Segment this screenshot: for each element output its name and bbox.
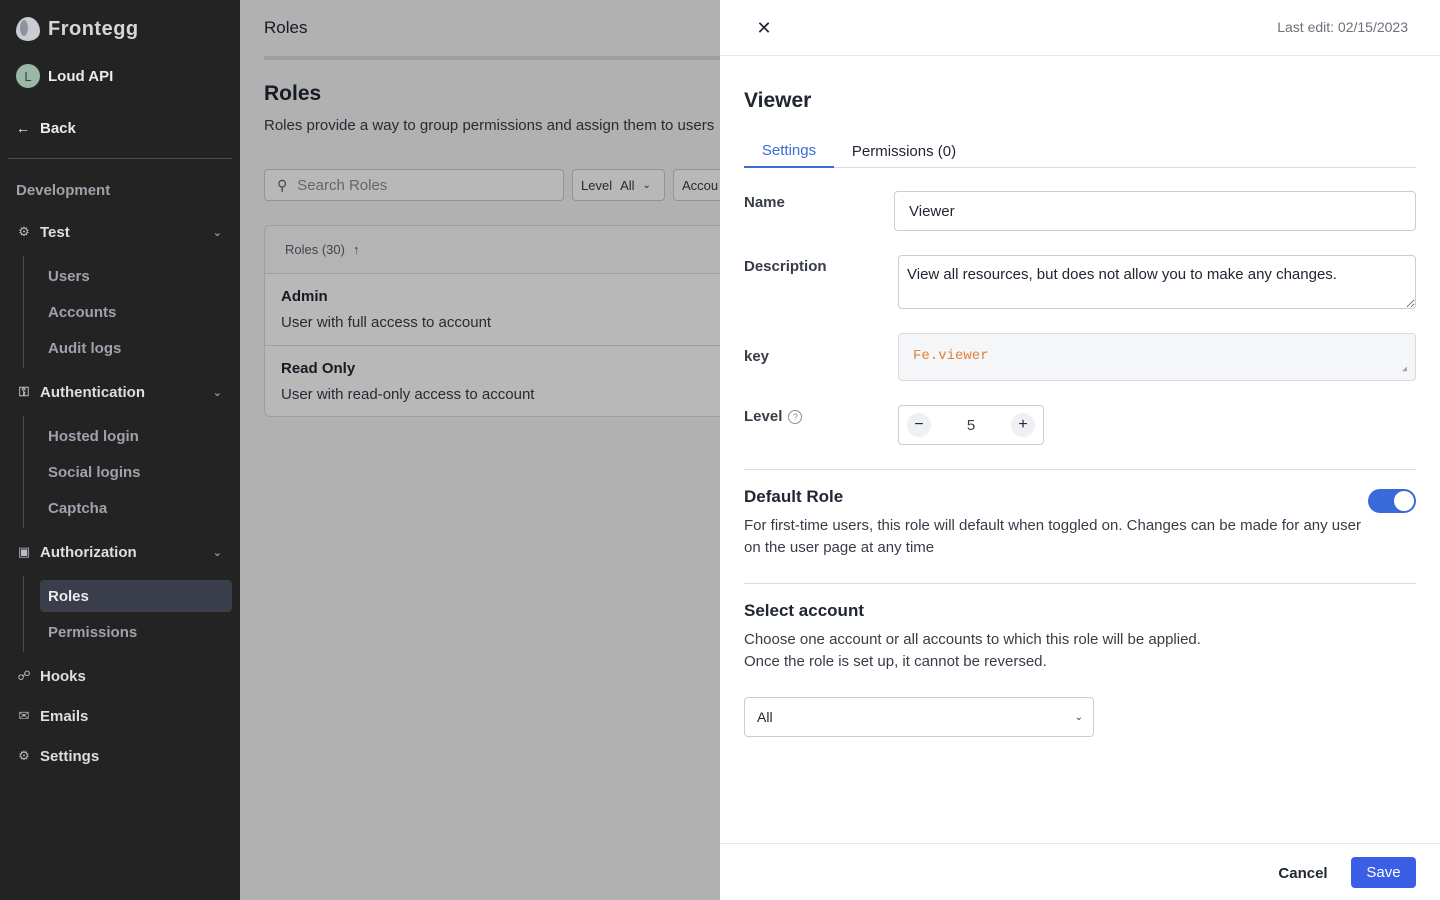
sidebar-group-label: Authorization xyxy=(40,543,137,561)
section-divider xyxy=(744,469,1416,470)
environment-avatar: L xyxy=(16,64,40,88)
sidebar-item-audit-logs[interactable]: Audit logs xyxy=(40,332,232,364)
back-label: Back xyxy=(40,119,76,137)
mail-icon: ✉ xyxy=(18,708,30,723)
close-icon: ✕ xyxy=(756,17,772,38)
sidebar-item-captcha[interactable]: Captcha xyxy=(40,492,232,524)
default-role-toggle[interactable] xyxy=(1368,489,1416,513)
sidebar-tree-line xyxy=(23,416,24,528)
tab-settings[interactable]: Settings xyxy=(744,134,834,168)
select-account-text-line: Choose one account or all accounts to wh… xyxy=(744,631,1201,648)
sidebar-item-social-logins[interactable]: Social logins xyxy=(40,456,232,488)
sidebar-group-label: Emails xyxy=(40,707,89,725)
sidebar-group-label: Authentication xyxy=(40,383,145,401)
sidebar-item-emails[interactable]: ✉ Emails xyxy=(16,704,228,728)
lock-icon: ▣ xyxy=(17,544,31,559)
toggle-knob xyxy=(1394,491,1414,511)
drawer-header: ✕ Last edit: 02/15/2023 xyxy=(720,0,1440,56)
sidebar-group-authorization[interactable]: ▣ Authorization ⌄ xyxy=(16,540,228,564)
tab-permissions[interactable]: Permissions (0) xyxy=(842,134,966,168)
modal-overlay[interactable] xyxy=(240,0,720,900)
resize-handle-icon: ◢ xyxy=(1402,365,1407,374)
default-role-description: For first-time users, this role will def… xyxy=(744,515,1361,559)
sidebar-group-test[interactable]: ⚙ Test ⌄ xyxy=(16,220,228,244)
sidebar-group-label: Settings xyxy=(40,747,100,765)
key-label: key xyxy=(744,348,770,365)
sidebar-item-users[interactable]: Users xyxy=(40,260,232,292)
arrow-left-icon: ← xyxy=(16,120,30,136)
select-account-description: Choose one account or all accounts to wh… xyxy=(744,629,1201,673)
close-button[interactable]: ✕ xyxy=(752,16,776,40)
back-link[interactable]: ← Back xyxy=(16,116,76,140)
sidebar-group-label: Hooks xyxy=(40,667,86,685)
sidebar-divider xyxy=(8,158,232,159)
sidebar-item-settings[interactable]: ⚙ Settings xyxy=(16,744,228,768)
select-account-text-line: Once the role is set up, it cannot be re… xyxy=(744,653,1047,670)
default-role-title: Default Role xyxy=(744,487,844,506)
drawer-footer: Cancel Save xyxy=(720,843,1440,900)
sidebar-item-permissions[interactable]: Permissions xyxy=(40,616,232,648)
level-label-text: Level xyxy=(744,408,783,425)
save-button[interactable]: Save xyxy=(1351,857,1416,888)
increment-button[interactable]: + xyxy=(1011,413,1035,437)
tab-bar: Settings Permissions (0) xyxy=(744,134,1416,168)
chevron-down-icon: ⌄ xyxy=(212,386,222,399)
name-input[interactable] xyxy=(894,191,1416,231)
sidebar-tree-line xyxy=(23,256,24,368)
level-stepper: − 5 + xyxy=(898,405,1044,445)
key-field[interactable]: Fe.viewer ◢ xyxy=(898,333,1416,381)
description-textarea[interactable]: View all resources, but does not allow y… xyxy=(898,255,1416,309)
sidebar-item-hooks[interactable]: ☍ Hooks xyxy=(16,664,228,688)
brand[interactable]: Frontegg xyxy=(16,14,139,44)
gear-icon: ⚙ xyxy=(18,748,30,763)
last-edit-timestamp: Last edit: 02/15/2023 xyxy=(1277,19,1408,35)
sidebar-group-authentication[interactable]: ⚿ Authentication ⌄ xyxy=(16,380,228,404)
bug-icon: ⚙ xyxy=(18,224,30,239)
decrement-button[interactable]: − xyxy=(907,413,931,437)
sidebar-item-hosted-login[interactable]: Hosted login xyxy=(40,420,232,452)
key-icon: ⚿ xyxy=(19,384,29,399)
minus-icon: − xyxy=(914,416,924,433)
help-icon[interactable]: ? xyxy=(788,409,803,424)
drawer-title: Viewer xyxy=(744,89,812,112)
select-account-title: Select account xyxy=(744,601,864,620)
section-divider xyxy=(744,583,1416,584)
sidebar: Frontegg L Loud API ← Back Development ⚙… xyxy=(0,0,240,900)
environment-switcher[interactable]: L Loud API xyxy=(16,64,113,88)
cancel-button[interactable]: Cancel xyxy=(1264,858,1342,888)
chevron-down-icon: ⌄ xyxy=(212,226,222,239)
account-select-value: All xyxy=(757,709,773,725)
chevron-down-icon: ⌄ xyxy=(1074,711,1083,723)
plus-icon: + xyxy=(1018,416,1028,433)
role-drawer: ✕ Last edit: 02/15/2023 Viewer Settings … xyxy=(720,0,1440,900)
account-select[interactable]: All ⌄ xyxy=(744,697,1094,737)
name-label: Name xyxy=(744,194,785,211)
sidebar-section-development: Development xyxy=(16,182,111,199)
level-value[interactable]: 5 xyxy=(967,417,975,434)
frontegg-logo-icon xyxy=(16,17,40,41)
default-role-text-line: For first-time users, this role will def… xyxy=(744,517,1361,534)
sidebar-tree-line xyxy=(23,576,24,652)
description-label: Description xyxy=(744,258,827,275)
brand-name: Frontegg xyxy=(48,17,139,40)
default-role-text-line: on the user page at any time xyxy=(744,539,935,556)
environment-name: Loud API xyxy=(48,67,114,85)
key-value: Fe.viewer xyxy=(913,348,989,364)
hooks-icon: ☍ xyxy=(17,668,31,683)
level-label: Level ? xyxy=(744,408,803,425)
sidebar-group-label: Test xyxy=(40,223,70,241)
chevron-down-icon: ⌄ xyxy=(212,546,222,559)
sidebar-item-accounts[interactable]: Accounts xyxy=(40,296,232,328)
sidebar-item-roles[interactable]: Roles xyxy=(40,580,232,612)
